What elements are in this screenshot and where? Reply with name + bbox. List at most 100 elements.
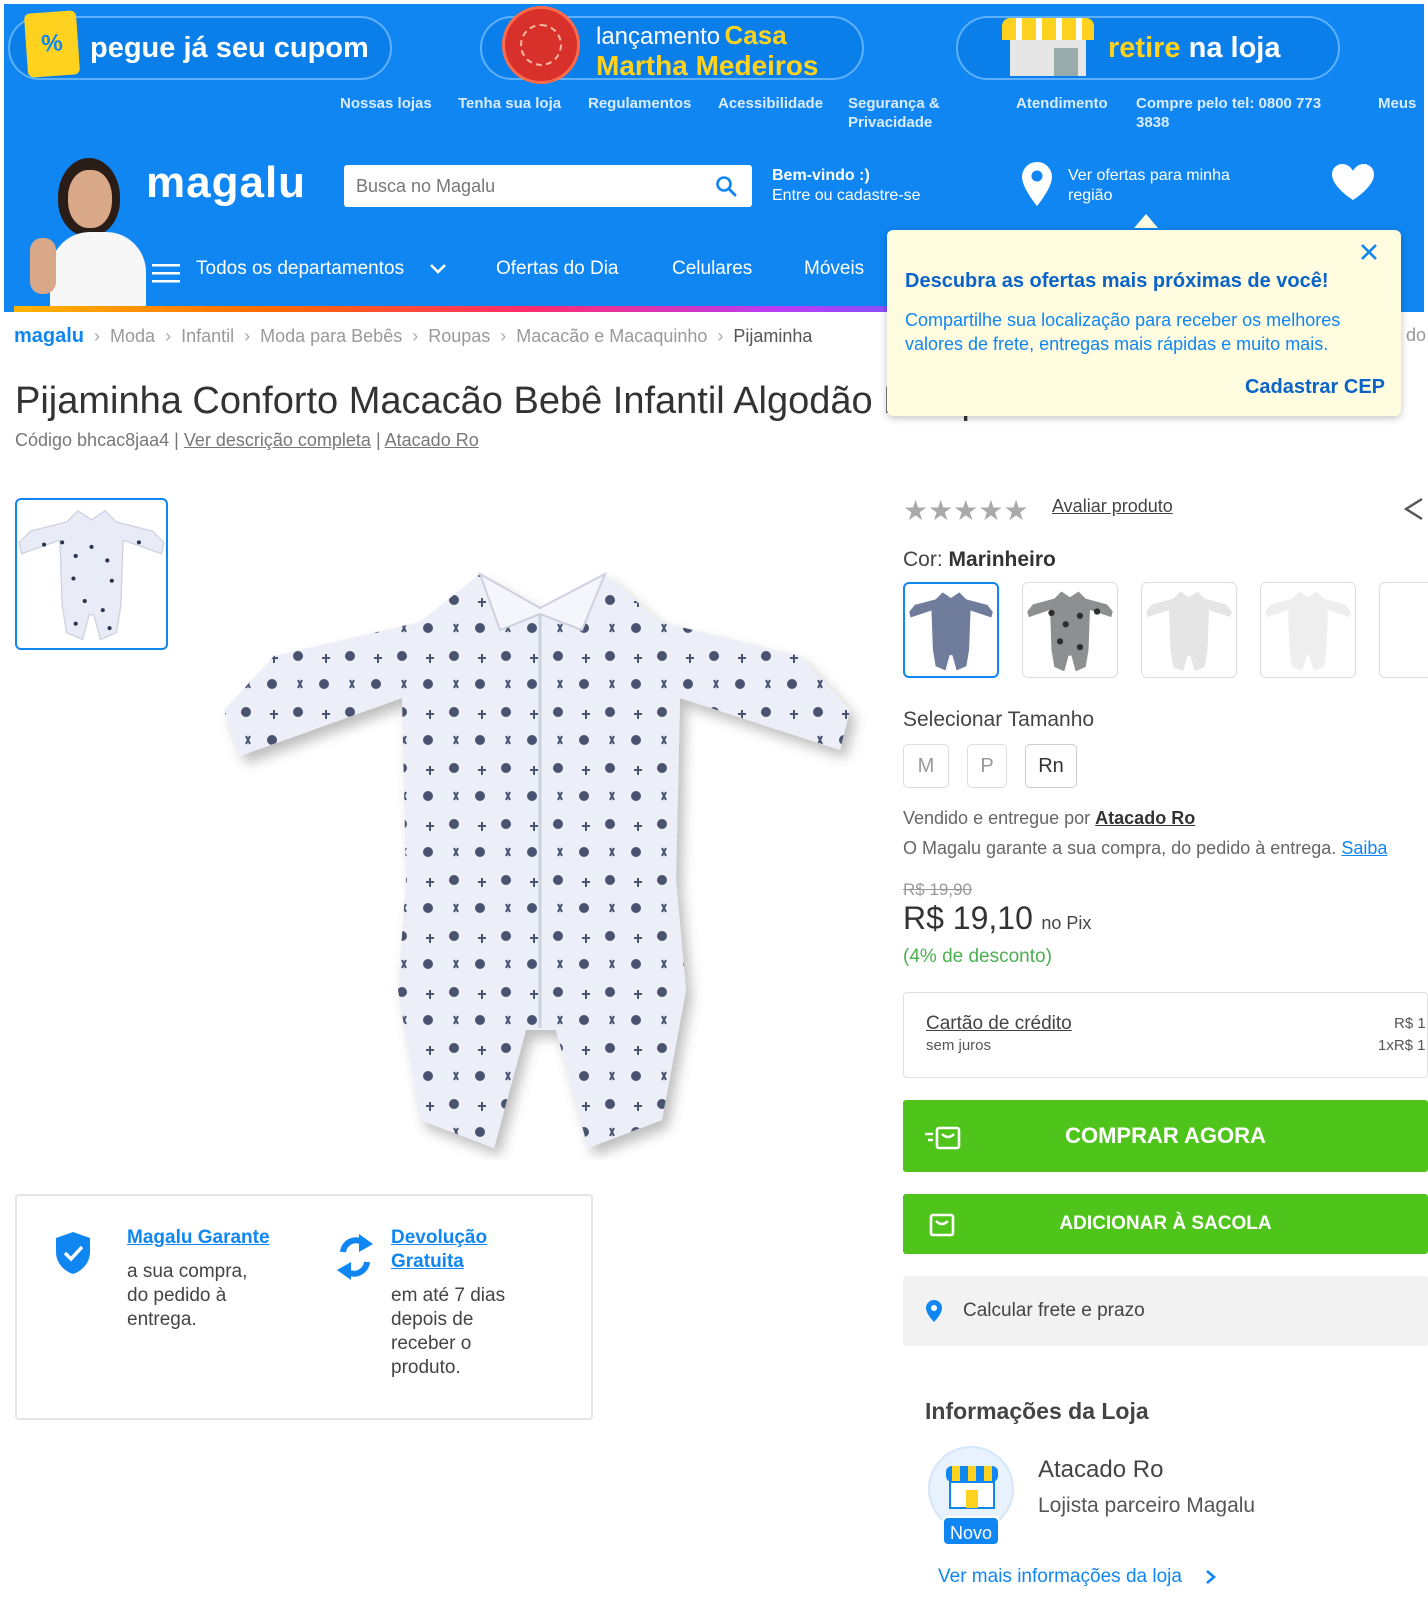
medallion-icon <box>502 6 580 84</box>
buy-now-button[interactable]: COMPRAR AGORA <box>903 1100 1428 1172</box>
return-text-line: em até 7 dias <box>391 1285 506 1306</box>
color-swatch-5[interactable] <box>1379 582 1428 678</box>
shipping-calc-label: Calcular frete e prazo <box>963 1300 1145 1321</box>
size-option-p[interactable]: P <box>967 744 1007 788</box>
pickup-banner[interactable]: retire na loja <box>956 16 1340 80</box>
share-icon[interactable] <box>1402 496 1424 522</box>
register-cep-link[interactable]: Cadastrar CEP <box>1245 376 1385 399</box>
welcome-sub: Entre ou cadastre-se <box>772 187 921 204</box>
gallery-thumbnail[interactable] <box>15 498 168 650</box>
guarantee-line: O Magalu garante a sua compra, do pedido… <box>903 838 1387 859</box>
know-more-link[interactable]: Saiba <box>1341 838 1387 858</box>
close-icon[interactable] <box>1359 242 1379 262</box>
link-phone[interactable]: Compre pelo tel: 0800 773 3838 <box>1136 94 1321 132</box>
region-offers-link[interactable]: Ver ofertas para minha região <box>1068 166 1230 206</box>
store-name: Atacado Ro <box>1038 1456 1164 1483</box>
shield-check-icon <box>56 1232 90 1274</box>
add-to-bag-button[interactable]: ADICIONAR À SACOLA <box>903 1194 1428 1254</box>
security-line-1: Segurança & <box>848 95 940 112</box>
search-icon[interactable] <box>714 174 738 198</box>
credit-card-link[interactable]: Cartão de crédito <box>926 1013 1072 1035</box>
breadcrumb-roupas[interactable]: Roupas <box>428 326 490 347</box>
link-support[interactable]: Atendimento <box>1016 94 1108 113</box>
onesie-image <box>224 571 850 1148</box>
institutional-links: Nossas lojas Tenha sua loja Regulamentos… <box>4 88 1424 144</box>
buy-now-label: COMPRAR AGORA <box>1065 1123 1266 1148</box>
hamburger-icon[interactable] <box>152 262 180 284</box>
size-option-rn[interactable]: Rn <box>1025 744 1077 788</box>
region-line-2: região <box>1068 187 1113 204</box>
star-icon: ★ <box>978 495 1004 526</box>
coupon-banner[interactable]: % pegue já seu cupom <box>8 10 392 80</box>
nav-phones[interactable]: Celulares <box>672 258 752 280</box>
link-security[interactable]: Segurança & Privacidade <box>848 94 940 132</box>
product-main-image[interactable] <box>210 560 870 1160</box>
magalu-logo[interactable]: magalu <box>146 158 306 208</box>
launch-brand: Martha Medeiros <box>596 50 819 81</box>
guarantee-text-line: do pedido à <box>127 1285 227 1306</box>
chevron-right-icon <box>1206 1569 1217 1584</box>
free-return-title-2: Gratuita <box>391 1251 464 1272</box>
launch-banner[interactable]: lançamento Casa Martha Medeiros <box>480 6 864 84</box>
color-swatch-3[interactable] <box>1141 582 1237 678</box>
guarantee-text: O Magalu garante a sua compra, do pedido… <box>903 838 1337 858</box>
payment-box[interactable]: Cartão de crédito sem juros R$ 1 1xR$ 1 <box>903 992 1428 1078</box>
color-swatch-2[interactable] <box>1022 582 1118 678</box>
store-info-heading: Informações da Loja <box>925 1398 1149 1424</box>
tooltip-body-2: valores de frete, entregas mais rápidas … <box>905 334 1329 354</box>
seller-name-link[interactable]: Atacado Ro <box>1095 808 1195 828</box>
return-text-line: depois de <box>391 1309 474 1330</box>
more-store-info-link[interactable]: Ver mais informações da loja <box>938 1566 1217 1588</box>
color-swatch-marinheiro[interactable] <box>903 582 999 678</box>
free-return-link[interactable]: Devolução Gratuita <box>391 1226 505 1274</box>
region-line-1: Ver ofertas para minha <box>1068 167 1230 184</box>
breadcrumb-moda[interactable]: Moda <box>110 326 155 347</box>
store-avatar[interactable]: Novo <box>928 1446 1014 1546</box>
launch-small: lançamento <box>596 23 721 50</box>
seller-link[interactable]: Atacado Ro <box>385 430 479 450</box>
full-description-link[interactable]: Ver descrição completa <box>184 430 371 450</box>
pickup-prefix: retire <box>1108 31 1181 64</box>
new-store-badge: Novo <box>942 1516 1000 1546</box>
search-input[interactable] <box>344 165 704 207</box>
pickup-suffix: na loja <box>1188 31 1281 64</box>
installment-count: 1xR$ 1 <box>1378 1037 1426 1054</box>
onesie-gray-icon <box>1027 591 1113 672</box>
breadcrumb-infantil[interactable]: Infantil <box>181 326 234 347</box>
color-swatch-4[interactable] <box>1260 582 1356 678</box>
shipping-calc-button[interactable]: Calcular frete e prazo <box>903 1276 1428 1346</box>
guarantee-text-line: a sua compra, <box>127 1261 248 1282</box>
link-our-stores[interactable]: Nossas lojas <box>340 94 432 113</box>
nav-daily-offers[interactable]: Ofertas do Dia <box>496 258 619 280</box>
breadcrumb: magalu › Moda › Infantil › Moda para Beb… <box>14 324 813 348</box>
review-product-link[interactable]: Avaliar produto <box>1052 496 1173 517</box>
nav-all-departments[interactable]: Todos os departamentos <box>196 258 447 280</box>
magalu-guarantee-link[interactable]: Magalu Garante <box>127 1227 270 1248</box>
link-own-store[interactable]: Tenha sua loja <box>458 94 561 113</box>
breadcrumb-overflow: do <box>1406 325 1427 345</box>
location-pin-icon[interactable] <box>1020 160 1054 208</box>
link-rules[interactable]: Regulamentos <box>588 94 691 113</box>
heart-icon[interactable] <box>1330 162 1376 202</box>
product-code: Código bhcac8jaa4 <box>15 430 170 450</box>
nav-furniture[interactable]: Móveis <box>804 258 864 280</box>
star-icon: ★ <box>953 495 979 526</box>
size-option-m[interactable]: M <box>903 744 949 788</box>
fast-bag-icon <box>925 1126 961 1150</box>
link-accessibility[interactable]: Acessibilidade <box>718 94 823 113</box>
breadcrumb-logo[interactable]: magalu <box>14 325 84 348</box>
breadcrumb-moda-bebes[interactable]: Moda para Bebês <box>260 326 402 347</box>
free-return: Devolução Gratuita em até 7 dias depois … <box>391 1226 505 1380</box>
coupon-label: pegue já seu cupom <box>90 31 369 64</box>
breadcrumb-macacao[interactable]: Macacão e Macaquinho <box>516 326 707 347</box>
login-link[interactable]: Bem-vindo :) Entre ou cadastre-se <box>772 166 921 206</box>
tooltip-body-1: Compartilhe sua localização para receber… <box>905 310 1341 330</box>
add-to-bag-label: ADICIONAR À SACOLA <box>1059 1213 1272 1234</box>
onesie-light-icon <box>1146 591 1232 672</box>
security-line-2: Privacidade <box>848 114 933 131</box>
lu-avatar <box>28 156 148 312</box>
onesie-navy-icon <box>909 592 993 671</box>
link-my-account[interactable]: Meus <box>1378 94 1416 113</box>
installment-price: R$ 1 <box>1394 1015 1426 1032</box>
size-label: Selecionar Tamanho <box>903 708 1095 731</box>
